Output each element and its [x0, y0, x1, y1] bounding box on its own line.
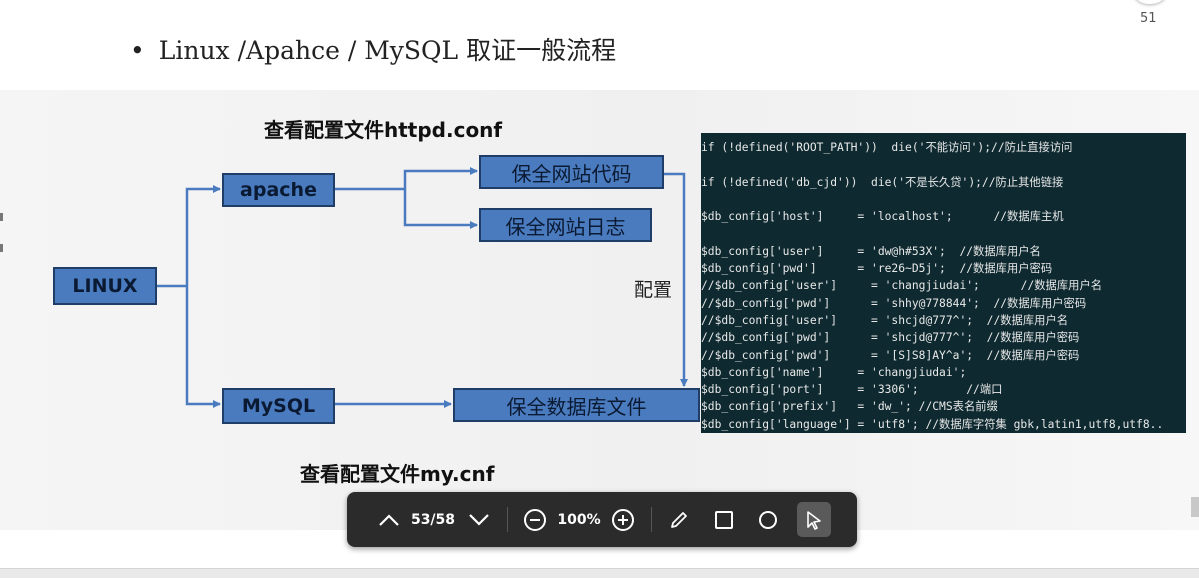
pen-tool-button[interactable]: [663, 492, 695, 547]
connector-linux-apache: [185, 185, 221, 286]
mysql-box: MySQL: [222, 388, 335, 424]
web-log-box: 保全网站日志: [479, 208, 652, 242]
web-code-box: 保全网站代码: [479, 155, 664, 189]
code-line: $db_config['user'] = 'dw@h#53X'; //数据库用户…: [701, 244, 1041, 258]
left-edge-mark: [0, 213, 3, 221]
code-line: if (!defined('ROOT_PATH')) die('不能访问');/…: [701, 141, 1073, 154]
code-line: //$db_config['pwd'] = '[S]S8]AY^a'; //数据…: [701, 348, 1080, 362]
code-line: $db_config['prefix'] = 'dw_'; //CMS表名前缀: [701, 400, 998, 414]
left-edge-mark: [0, 244, 3, 252]
config-code-panel: if (!defined('ROOT_PATH')) die('不能访问');/…: [701, 133, 1186, 433]
toolbar-divider: [651, 507, 652, 532]
slide-canvas: 51 • Linux /Apahce / MySQL 取证一般流程 查看配置文件h…: [0, 0, 1199, 568]
pointer-tool-button[interactable]: [797, 502, 831, 537]
toolbar-divider: [507, 507, 508, 532]
code-line: $db_config['language'] = 'utf8'; //数据库字符…: [701, 417, 1164, 431]
connector-linux-mysql: [185, 286, 221, 408]
code-line: $db_config['host'] = 'localhost'; //数据库主…: [701, 210, 1064, 224]
zoom-in-button[interactable]: [608, 492, 638, 547]
zoom-in-icon: [612, 508, 634, 531]
config-label: 配置: [634, 279, 673, 301]
apache-box: apache: [222, 173, 335, 207]
code-line: //$db_config['user'] = 'shcjd@777^'; //数…: [701, 313, 1069, 327]
code-line: $db_config['pwd'] = 're26~D5j'; //数据库用户密…: [701, 262, 1053, 276]
code-line: //$db_config['user'] = 'changjiudai'; //…: [701, 279, 1103, 293]
circle-tool-button[interactable]: [752, 492, 784, 547]
pen-icon: [671, 511, 687, 528]
circle-icon: [759, 510, 777, 529]
code-line: $db_config['name'] = 'changjiudai';: [701, 365, 967, 379]
prev-page-button[interactable]: [373, 492, 405, 547]
zoom-out-icon: [524, 508, 546, 531]
viewer-toolbar: 53/58 100%: [347, 492, 857, 547]
code-line: //$db_config['pwd'] = 'shcjd@777^'; //数据…: [701, 331, 1080, 345]
pointer-icon: [807, 510, 821, 530]
rectangle-tool-button[interactable]: [708, 492, 740, 547]
code-line: //$db_config['pwd'] = 'shhy@778844'; //数…: [701, 296, 1087, 310]
code-line: $db_config['port'] = '3306'; //端口: [701, 383, 1003, 397]
code-line: if (!defined('db_cjd')) die('不是长久贷');//防…: [701, 175, 1064, 189]
page-indicator: 53/58: [410, 511, 456, 528]
linux-box: LINUX: [53, 267, 157, 305]
vertical-scrollbar-thumb[interactable]: [1191, 497, 1199, 517]
chevron-up-icon: [379, 513, 399, 526]
chevron-down-icon: [469, 513, 489, 526]
next-page-button[interactable]: [463, 492, 495, 547]
connector-apache-code: [403, 167, 478, 189]
zoom-out-button[interactable]: [520, 492, 550, 547]
db-file-box: 保全数据库文件: [453, 388, 700, 422]
zoom-level: 100%: [557, 511, 601, 528]
connector-apache-log: [403, 189, 478, 229]
rectangle-icon: [715, 510, 733, 529]
